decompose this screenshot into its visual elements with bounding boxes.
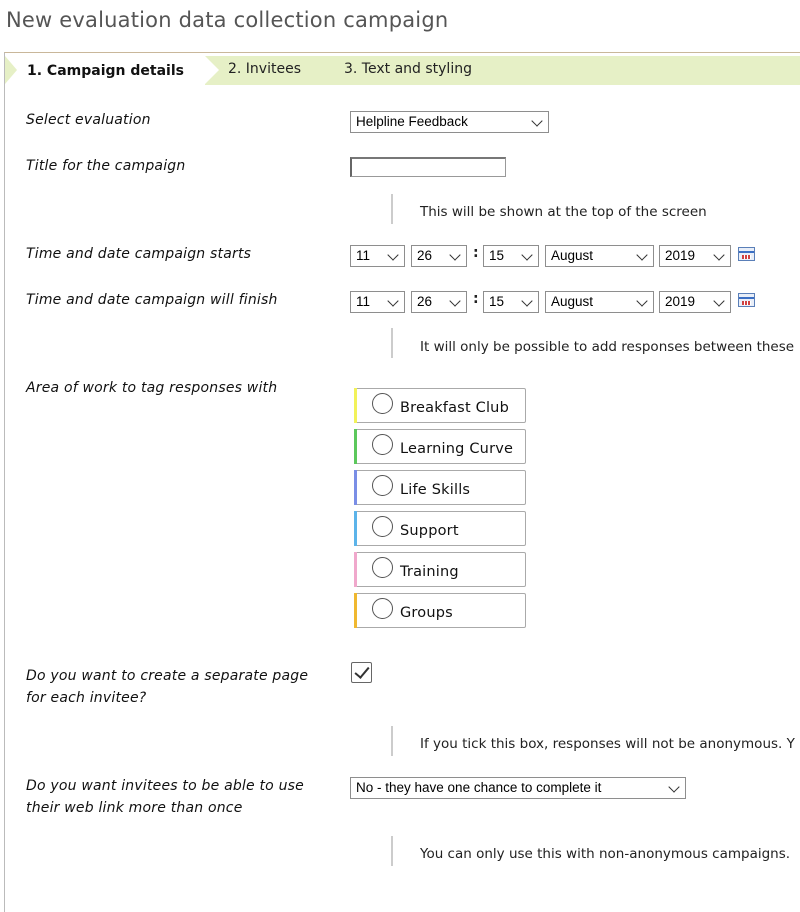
chevron-down-icon bbox=[713, 295, 725, 307]
calendar-icon[interactable] bbox=[738, 293, 755, 307]
chevron-down-icon bbox=[387, 249, 399, 261]
radio-button[interactable] bbox=[372, 557, 393, 578]
help-divider bbox=[391, 194, 393, 224]
separate-page-label-line2: for each invitee? bbox=[26, 690, 147, 706]
area-tag-label: Breakfast Club bbox=[400, 400, 509, 416]
finish-hour-select[interactable]: 11 bbox=[350, 291, 405, 313]
select-evaluation-label: Select evaluation bbox=[26, 112, 151, 128]
area-tag-color-stripe bbox=[354, 593, 357, 628]
area-tag-support[interactable]: Support bbox=[354, 511, 526, 546]
chevron-down-icon bbox=[636, 249, 648, 261]
reuse-link-help: You can only use this with non-anonymous… bbox=[420, 846, 791, 862]
reuse-link-label-line1: Do you want invitees to be able to use bbox=[26, 778, 304, 794]
finish-hour-value: 11 bbox=[356, 294, 371, 309]
campaign-title-input[interactable] bbox=[350, 157, 506, 177]
tab-text-and-styling[interactable]: 3. Text and styling bbox=[344, 56, 472, 83]
area-tag-label: Training bbox=[400, 564, 459, 580]
chevron-down-icon bbox=[521, 249, 533, 261]
finish-year-value: 2019 bbox=[665, 294, 696, 309]
campaign-title-label: Title for the campaign bbox=[26, 158, 186, 174]
time-separator: : bbox=[473, 291, 479, 307]
tab-bar: 1. Campaign details 2. Invitees 3. Text … bbox=[5, 56, 800, 85]
area-tag-label: Support bbox=[400, 523, 459, 539]
start-year-value: 2019 bbox=[665, 248, 696, 263]
finish-day-select[interactable]: 26 bbox=[411, 291, 467, 313]
page-title: New evaluation data collection campaign bbox=[6, 8, 449, 32]
help-divider bbox=[391, 836, 393, 866]
start-year-select[interactable]: 2019 bbox=[659, 245, 731, 267]
separate-page-label: Do you want to create a separate page fo… bbox=[26, 665, 308, 709]
finish-datetime-label: Time and date campaign will finish bbox=[26, 292, 278, 308]
finish-day-value: 26 bbox=[417, 294, 433, 309]
campaign-title-help: This will be shown at the top of the scr… bbox=[420, 204, 707, 220]
chevron-down-icon bbox=[713, 249, 725, 261]
chevron-down-icon bbox=[636, 295, 648, 307]
start-hour-select[interactable]: 11 bbox=[350, 245, 405, 267]
area-tag-color-stripe bbox=[354, 552, 357, 587]
area-tag-label: Groups bbox=[400, 605, 453, 621]
radio-button[interactable] bbox=[372, 393, 393, 414]
radio-button[interactable] bbox=[372, 475, 393, 496]
reuse-link-label: Do you want invitees to be able to use t… bbox=[26, 775, 304, 819]
radio-button[interactable] bbox=[372, 598, 393, 619]
start-hour-value: 11 bbox=[356, 248, 371, 263]
evaluation-select-value: Helpline Feedback bbox=[356, 114, 468, 129]
area-tag-color-stripe bbox=[354, 470, 357, 505]
tab-invitees[interactable]: 2. Invitees bbox=[228, 56, 301, 83]
chevron-down-icon bbox=[449, 249, 461, 261]
start-day-value: 26 bbox=[417, 248, 433, 263]
time-separator: : bbox=[473, 245, 479, 261]
start-minute-select[interactable]: 15 bbox=[483, 245, 539, 267]
separate-page-checkbox[interactable] bbox=[351, 662, 372, 683]
finish-month-select[interactable]: August bbox=[545, 291, 654, 313]
area-of-work-label: Area of work to tag responses with bbox=[26, 380, 278, 396]
help-divider bbox=[391, 328, 393, 358]
chevron-down-icon bbox=[531, 115, 543, 127]
separate-page-label-line1: Do you want to create a separate page bbox=[26, 668, 309, 684]
evaluation-select[interactable]: Helpline Feedback bbox=[350, 111, 549, 133]
chevron-down-icon bbox=[449, 295, 461, 307]
radio-button[interactable] bbox=[372, 516, 393, 537]
area-tag-color-stripe bbox=[354, 429, 357, 464]
radio-button[interactable] bbox=[372, 434, 393, 455]
area-tag-color-stripe bbox=[354, 511, 357, 546]
area-tag-learning-curve[interactable]: Learning Curve bbox=[354, 429, 526, 464]
area-tag-label: Life Skills bbox=[400, 482, 471, 498]
area-tag-groups[interactable]: Groups bbox=[354, 593, 526, 628]
finish-minute-select[interactable]: 15 bbox=[483, 291, 539, 313]
area-tag-life-skills[interactable]: Life Skills bbox=[354, 470, 526, 505]
finish-help: It will only be possible to add response… bbox=[420, 339, 795, 355]
finish-month-value: August bbox=[551, 294, 594, 309]
start-minute-value: 15 bbox=[489, 248, 505, 263]
reuse-link-select[interactable]: No - they have one chance to complete it bbox=[350, 777, 686, 799]
area-tag-label: Learning Curve bbox=[400, 441, 514, 457]
area-tag-color-stripe bbox=[354, 388, 357, 423]
finish-minute-value: 15 bbox=[489, 294, 505, 309]
area-tag-training[interactable]: Training bbox=[354, 552, 526, 587]
area-tag-breakfast-club[interactable]: Breakfast Club bbox=[354, 388, 526, 423]
start-datetime-label: Time and date campaign starts bbox=[26, 246, 252, 262]
start-day-select[interactable]: 26 bbox=[411, 245, 467, 267]
chevron-down-icon bbox=[521, 295, 533, 307]
finish-year-select[interactable]: 2019 bbox=[659, 291, 731, 313]
tab-campaign-details[interactable]: 1. Campaign details bbox=[5, 56, 219, 85]
separate-page-help: If you tick this box, responses will not… bbox=[420, 736, 795, 752]
help-divider bbox=[391, 726, 393, 756]
chevron-down-icon bbox=[387, 295, 399, 307]
reuse-link-select-value: No - they have one chance to complete it bbox=[356, 780, 602, 795]
calendar-icon[interactable] bbox=[738, 247, 755, 261]
reuse-link-label-line2: their web link more than once bbox=[26, 800, 243, 816]
start-month-select[interactable]: August bbox=[545, 245, 654, 267]
chevron-down-icon bbox=[668, 781, 680, 793]
start-month-value: August bbox=[551, 248, 594, 263]
